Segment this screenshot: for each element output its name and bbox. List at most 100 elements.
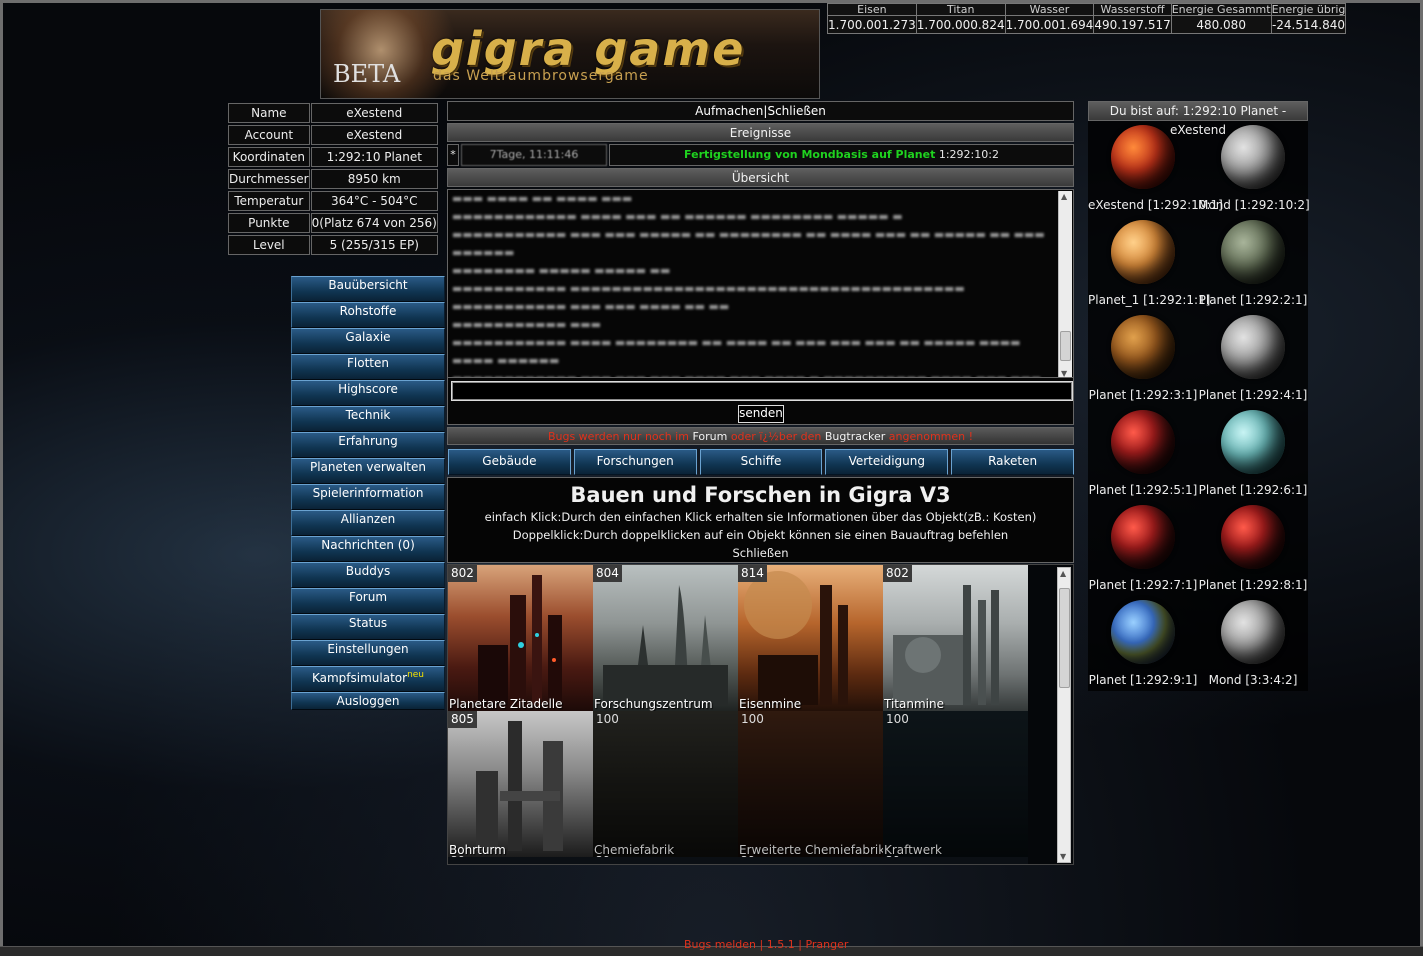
tab-forschungen[interactable]: Forschungen — [573, 449, 697, 475]
planet-image — [1111, 220, 1175, 284]
chat-scroll-thumb[interactable] — [1060, 331, 1071, 361]
menu-technik[interactable]: Technik — [291, 406, 445, 432]
center-panel: Aufmachen|Schließen Ereignisse * 7Tage, … — [447, 101, 1074, 865]
menu-einstellungen[interactable]: Einstellungen — [291, 640, 445, 666]
building-tile[interactable]: 100 Erweiterte Chemiefabrik 29 — [738, 711, 883, 857]
building-level: 100 — [886, 712, 909, 726]
chat-line: ▬▬▬▬▬▬▬▬▬▬▬▬ ▬▬▬▬ ▬▬▬ ▬▬ ▬▬▬▬▬▬ ▬▬▬▬▬▬▬▬… — [452, 210, 903, 223]
scroll-up-icon[interactable]: ▲ — [1061, 192, 1067, 201]
planet-image — [1221, 220, 1285, 284]
building-image — [476, 721, 563, 851]
menu-spielerinformation[interactable]: Spielerinformation — [291, 484, 445, 510]
tab-raketen[interactable]: Raketen — [951, 449, 1074, 475]
grid-scroll-thumb[interactable] — [1059, 588, 1070, 688]
building-tile[interactable]: 100 Kraftwerk 29 — [883, 711, 1028, 857]
chat-scrollbar[interactable]: ▲ ▼ — [1058, 191, 1072, 379]
menu-buddys[interactable]: Buddys — [291, 562, 445, 588]
open-link[interactable]: Aufmachen — [695, 104, 763, 118]
event-text: Fertigstellung von Mondbasis auf Planet … — [609, 144, 1074, 166]
planet-list: Du bist auf: 1:292:10 Planet - eXestend … — [1088, 101, 1310, 693]
building-tile[interactable]: 805 Bohrturm 29 — [448, 711, 593, 857]
close-link[interactable]: Schließen — [767, 104, 825, 118]
menu-galaxie[interactable]: Galaxie — [291, 328, 445, 354]
tab-schiffe[interactable]: Schiffe — [699, 449, 823, 475]
info-value: eXestend — [310, 125, 438, 145]
chat-log: ▬▬▬ ▬▬▬▬ ▬▬ ▬▬▬▬ ▬▬▬ ▬▬▬▬▬▬▬▬▬▬▬▬ ▬▬▬▬ ▬… — [447, 189, 1074, 381]
info-value: 364°C - 504°C — [310, 191, 438, 211]
planet-image — [1111, 505, 1175, 569]
new-badge: neu — [407, 670, 425, 680]
res-value-wasserstoff: 490.197.517 — [1093, 15, 1172, 34]
planet-item[interactable]: Planet [1:292:2:1] — [1198, 218, 1308, 313]
menu-kampfsimulator[interactable]: Kampfsimulatorneu — [291, 666, 445, 692]
planet-item[interactable]: Planet [1:292:8:1] — [1198, 503, 1308, 598]
chat-message-input[interactable] — [451, 381, 1073, 401]
planet-item[interactable]: Planet [1:292:9:1] — [1088, 598, 1198, 693]
info-key: Punkte — [228, 213, 310, 233]
tab-gebaeude[interactable]: Gebäude — [448, 449, 571, 475]
bug-report-link[interactable]: Bugs melden — [684, 938, 756, 951]
building-tile[interactable]: 802 Planetare Zitadelle — [448, 565, 593, 711]
menu-bauuebersicht[interactable]: Bauübersicht — [291, 276, 445, 302]
bug-notice-text: angenommen ! — [888, 430, 974, 443]
planet-item[interactable]: Planet [1:292:4:1] — [1198, 313, 1308, 408]
res-value-eisen: 1.700.001.273 — [827, 15, 917, 34]
bugtracker-link[interactable]: Bugtracker — [825, 430, 885, 443]
building-tile[interactable]: 804 Forschungszentrum — [593, 565, 738, 711]
building-level: 814 — [738, 565, 767, 582]
building-grid-scrollbar[interactable]: ▲ ▼ — [1057, 567, 1071, 863]
planet-item[interactable]: Mond [3:3:4:2] — [1198, 598, 1308, 693]
building-level: 804 — [593, 565, 622, 582]
footer-links: Bugs melden | 1.5.1 | Pranger — [684, 938, 848, 951]
building-level: 100 — [741, 712, 764, 726]
planet-label: Planet [1:292:7:1] — [1088, 578, 1198, 592]
planet-item[interactable]: Planet [1:292:3:1] — [1088, 313, 1198, 408]
menu-planeten-verwalten[interactable]: Planeten verwalten — [291, 458, 445, 484]
menu-forum[interactable]: Forum — [291, 588, 445, 614]
menu-nachrichten[interactable]: Nachrichten (0) — [291, 536, 445, 562]
forum-link[interactable]: Forum — [692, 430, 727, 443]
version-link[interactable]: 1.5.1 — [767, 938, 795, 951]
building-level: 100 — [596, 712, 619, 726]
menu-rohstoffe[interactable]: Rohstoffe — [291, 302, 445, 328]
event-countdown: 7Tage, 11:11:46 — [461, 144, 607, 166]
planet-label: Planet [1:292:6:1] — [1198, 483, 1308, 497]
menu-status[interactable]: Status — [291, 614, 445, 640]
building-grid: 802 Planetare Zitadelle 804 Forschungsze… — [447, 564, 1074, 865]
info-value: eXestend — [310, 103, 438, 123]
menu-allianzen[interactable]: Allianzen — [291, 510, 445, 536]
send-button[interactable]: senden — [738, 405, 784, 423]
building-tile[interactable]: 100 Chemiefabrik 29 — [593, 711, 738, 857]
scroll-up-icon[interactable]: ▲ — [1060, 569, 1066, 578]
menu-ausloggen[interactable]: Ausloggen — [291, 692, 445, 710]
game-banner[interactable]: gigra game das Weltraumbrowsergame BETA — [320, 9, 820, 99]
menu-erfahrung[interactable]: Erfahrung — [291, 432, 445, 458]
info-key: Account — [228, 125, 310, 145]
planet-item[interactable]: eXestend [1:292:10:1] — [1088, 123, 1223, 218]
pranger-link[interactable]: Pranger — [805, 938, 848, 951]
scroll-down-icon[interactable]: ▼ — [1060, 852, 1066, 861]
planet-image — [1111, 410, 1175, 474]
event-coords[interactable]: 1:292:10:2 — [939, 148, 999, 161]
next-row-level: 29 — [596, 854, 610, 857]
tab-verteidigung[interactable]: Verteidigung — [825, 449, 949, 475]
unavailable-overlay — [738, 711, 883, 857]
planet-item[interactable]: Mond [1:292:10:2] — [1198, 123, 1310, 218]
menu-highscore[interactable]: Highscore — [291, 380, 445, 406]
planet-label: Planet [1:292:9:1] — [1088, 673, 1198, 687]
next-row-level: 29 — [451, 854, 465, 857]
building-tile[interactable]: 802 Titanmine — [883, 565, 1028, 711]
intro-line-click: einfach Klick:Durch den einfachen Klick … — [484, 510, 1037, 524]
building-grid-scroll-area: ▲ ▼ — [1028, 565, 1073, 864]
planet-item[interactable]: Planet [1:292:6:1] — [1198, 408, 1308, 503]
menu-flotten[interactable]: Flotten — [291, 354, 445, 380]
planet-label: Mond [1:292:10:2] — [1198, 198, 1310, 212]
planet-item[interactable]: Planet [1:292:5:1] — [1088, 408, 1198, 503]
planet-label: Planet_1 [1:292:1:1] — [1088, 293, 1211, 307]
building-tile[interactable]: 814 Eisenmine — [738, 565, 883, 711]
planet-item[interactable]: Planet [1:292:7:1] — [1088, 503, 1198, 598]
event-description: Fertigstellung von Mondbasis auf Planet — [684, 148, 936, 161]
intro-close-link[interactable]: Schließen — [448, 544, 1073, 562]
info-key: Durchmesser — [228, 169, 310, 189]
planet-item[interactable]: Planet_1 [1:292:1:1] — [1088, 218, 1211, 313]
